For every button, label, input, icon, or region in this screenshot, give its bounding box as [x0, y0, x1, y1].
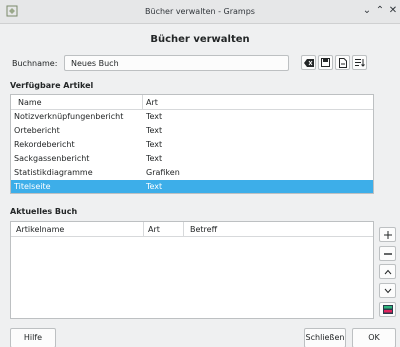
- row-name: Sackgassenbericht: [14, 154, 90, 163]
- maximize-icon[interactable]: ⌃: [374, 5, 386, 17]
- add-button[interactable]: [379, 227, 396, 242]
- title-bar: Bücher verwalten - Gramps ⌄ ⌃ ✕: [0, 0, 400, 24]
- row-type: Text: [146, 112, 163, 121]
- clear-button[interactable]: [301, 55, 316, 70]
- help-button[interactable]: Hilfe: [10, 328, 56, 347]
- current-book-table: Artikelname Art Betreff: [10, 221, 374, 319]
- chevron-up-icon: [384, 269, 391, 274]
- bookname-input[interactable]: Neues Buch: [64, 55, 289, 71]
- row-name: Titelseite: [14, 182, 51, 191]
- table-row[interactable]: Rekordebericht Text: [11, 138, 373, 151]
- table-header: Artikelname Art Betreff: [11, 222, 373, 237]
- row-name: Rekordebericht: [14, 140, 75, 149]
- available-items-heading: Verfügbare Artikel: [10, 81, 94, 90]
- save-icon: [321, 58, 330, 67]
- column-header-subject[interactable]: Betreff: [190, 225, 217, 234]
- dialog-title: Bücher verwalten: [150, 34, 250, 45]
- list-edit-icon: [354, 59, 365, 67]
- configure-item-button[interactable]: [379, 302, 396, 317]
- remove-button[interactable]: [379, 246, 396, 261]
- row-name: Ortebericht: [14, 126, 60, 135]
- row-name: Statistikdiagramme: [14, 168, 93, 177]
- document-icon: [338, 57, 347, 68]
- row-type: Text: [146, 140, 163, 149]
- configure-icon: [382, 305, 393, 314]
- current-book-heading: Aktuelles Buch: [10, 207, 78, 216]
- plus-icon: [383, 230, 392, 239]
- row-type: Text: [146, 154, 163, 163]
- table-row[interactable]: Ortebericht Text: [11, 124, 373, 137]
- ok-button[interactable]: OK: [352, 328, 396, 347]
- column-header-type[interactable]: Art: [148, 225, 160, 234]
- table-row-selected[interactable]: Titelseite Text: [11, 180, 373, 193]
- table-row[interactable]: Sackgassenbericht Text: [11, 152, 373, 165]
- column-separator: [183, 222, 184, 237]
- row-name: Notizverknüpfungenbericht: [14, 112, 124, 121]
- close-button[interactable]: Schließen: [304, 328, 346, 347]
- window-title: Bücher verwalten - Gramps: [145, 7, 255, 16]
- move-up-button[interactable]: [379, 264, 396, 279]
- column-separator: [142, 95, 143, 110]
- move-down-button[interactable]: [379, 283, 396, 298]
- column-header-name[interactable]: Name: [18, 98, 42, 107]
- table-header: Name Art: [11, 95, 373, 110]
- available-items-table: Name Art Notizverknüpfungenbericht Text …: [10, 94, 374, 194]
- bookname-label: Buchname:: [12, 59, 58, 68]
- column-header-type[interactable]: Art: [146, 98, 158, 107]
- column-header-item-name[interactable]: Artikelname: [16, 225, 64, 234]
- clear-icon: [303, 58, 314, 67]
- row-type: Text: [146, 182, 163, 191]
- edit-books-button[interactable]: [352, 55, 367, 70]
- chevron-down-icon: [384, 288, 391, 293]
- close-icon[interactable]: ✕: [387, 5, 399, 17]
- table-row[interactable]: Statistikdiagramme Grafiken: [11, 166, 373, 179]
- table-row[interactable]: Notizverknüpfungenbericht Text: [11, 110, 373, 123]
- minus-icon: [383, 252, 392, 255]
- column-separator: [143, 222, 144, 237]
- row-type: Grafiken: [146, 168, 180, 177]
- row-type: Text: [146, 126, 163, 135]
- save-button[interactable]: [318, 55, 333, 70]
- open-button[interactable]: [335, 55, 350, 70]
- minimize-icon[interactable]: ⌄: [361, 5, 373, 17]
